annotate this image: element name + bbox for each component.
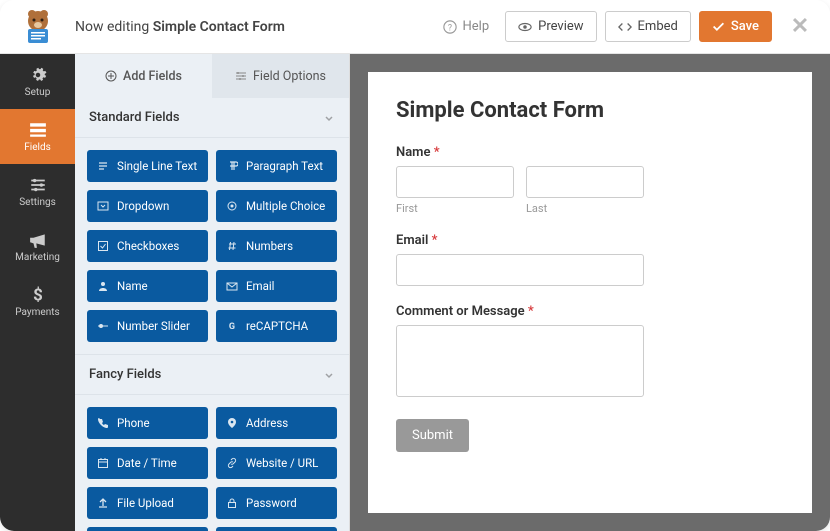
comment-textarea[interactable] — [396, 325, 644, 397]
topbar: Now editing Simple Contact Form ? Help P… — [0, 0, 830, 54]
field-checkboxes[interactable]: Checkboxes — [87, 230, 208, 262]
svg-text:$: $ — [33, 286, 43, 304]
field-numbers[interactable]: Numbers — [216, 230, 337, 262]
field-address[interactable]: Address — [216, 407, 337, 439]
preview-button[interactable]: Preview — [505, 11, 596, 42]
chevron-down-icon — [323, 369, 335, 381]
field-recaptcha[interactable]: GreCAPTCHA — [216, 310, 337, 342]
submit-button[interactable]: Submit — [396, 419, 469, 452]
user-icon — [97, 280, 109, 292]
help-link[interactable]: ? Help — [435, 19, 497, 34]
plus-circle-icon — [105, 70, 117, 82]
field-name[interactable]: Name — [87, 270, 208, 302]
field-file-upload[interactable]: File Upload — [87, 487, 208, 519]
radio-icon — [226, 200, 238, 212]
app-logo — [0, 0, 75, 54]
options-icon — [235, 70, 247, 82]
sidebar: Setup Fields Settings Marketing $ Paymen… — [0, 54, 75, 531]
g-icon: G — [226, 320, 238, 332]
hash-icon — [226, 240, 238, 252]
dollar-icon: $ — [29, 286, 47, 304]
form-field-name[interactable]: Name * First Last — [396, 145, 784, 215]
code-icon — [618, 20, 632, 34]
mail-icon — [226, 280, 238, 292]
form-preview: Simple Contact Form Name * First Last — [368, 72, 812, 513]
field-email[interactable]: Email — [216, 270, 337, 302]
sidebar-item-setup[interactable]: Setup — [0, 54, 75, 109]
field-page-break[interactable]: Page Break — [87, 527, 208, 531]
field-dropdown[interactable]: Dropdown — [87, 190, 208, 222]
last-name-input[interactable] — [526, 166, 644, 198]
form-field-email[interactable]: Email * — [396, 233, 784, 286]
close-button[interactable]: ✕ — [780, 14, 820, 39]
save-button[interactable]: Save — [699, 11, 772, 42]
field-phone[interactable]: Phone — [87, 407, 208, 439]
comment-label: Comment or Message * — [396, 304, 784, 319]
sidebar-item-settings[interactable]: Settings — [0, 164, 75, 219]
field-multiple-choice[interactable]: Multiple Choice — [216, 190, 337, 222]
dropdown-icon — [97, 200, 109, 212]
tab-field-options[interactable]: Field Options — [212, 54, 349, 98]
field-password[interactable]: Password — [216, 487, 337, 519]
first-name-input[interactable] — [396, 166, 514, 198]
field-date-time[interactable]: Date / Time — [87, 447, 208, 479]
pin-icon — [226, 417, 238, 429]
help-icon: ? — [443, 20, 457, 34]
form-canvas: Simple Contact Form Name * First Last — [350, 54, 830, 531]
tab-add-fields[interactable]: Add Fields — [75, 54, 212, 98]
svg-text:?: ? — [448, 23, 452, 33]
gear-icon — [29, 66, 47, 84]
field-single-line-text[interactable]: Single Line Text — [87, 150, 208, 182]
embed-button[interactable]: Embed — [605, 11, 691, 42]
name-label: Name * — [396, 145, 784, 160]
list-icon — [29, 121, 47, 139]
group-header[interactable]: Standard Fields — [75, 98, 349, 138]
field-section-divider[interactable]: Section Divider — [216, 527, 337, 531]
form-title: Simple Contact Form — [396, 98, 784, 123]
editing-label: Now editing Simple Contact Form — [75, 19, 435, 35]
sidebar-item-marketing[interactable]: Marketing — [0, 219, 75, 274]
email-label: Email * — [396, 233, 784, 248]
field-website-url[interactable]: Website / URL — [216, 447, 337, 479]
email-input[interactable] — [396, 254, 644, 286]
last-sublabel: Last — [526, 202, 644, 215]
fields-panel: Add Fields Field Options Standard Fields… — [75, 54, 350, 531]
slider-icon — [97, 320, 109, 332]
chevron-down-icon — [323, 112, 335, 124]
field-number-slider[interactable]: Number Slider — [87, 310, 208, 342]
check-icon — [97, 240, 109, 252]
eye-icon — [518, 20, 532, 34]
phone-icon — [97, 417, 109, 429]
upload-icon — [97, 497, 109, 509]
lock-icon — [226, 497, 238, 509]
first-sublabel: First — [396, 202, 514, 215]
group-header[interactable]: Fancy Fields — [75, 354, 349, 395]
calendar-icon — [97, 457, 109, 469]
sidebar-item-payments[interactable]: $ Payments — [0, 274, 75, 329]
field-paragraph-text[interactable]: Paragraph Text — [216, 150, 337, 182]
megaphone-icon — [29, 231, 47, 249]
link-icon — [226, 457, 238, 469]
check-icon — [712, 20, 725, 33]
sidebar-item-fields[interactable]: Fields — [0, 109, 75, 164]
text-icon — [97, 160, 109, 172]
sliders-icon — [29, 176, 47, 194]
svg-text:G: G — [229, 322, 235, 332]
paragraph-icon — [226, 160, 238, 172]
form-field-comment[interactable]: Comment or Message * — [396, 304, 784, 401]
